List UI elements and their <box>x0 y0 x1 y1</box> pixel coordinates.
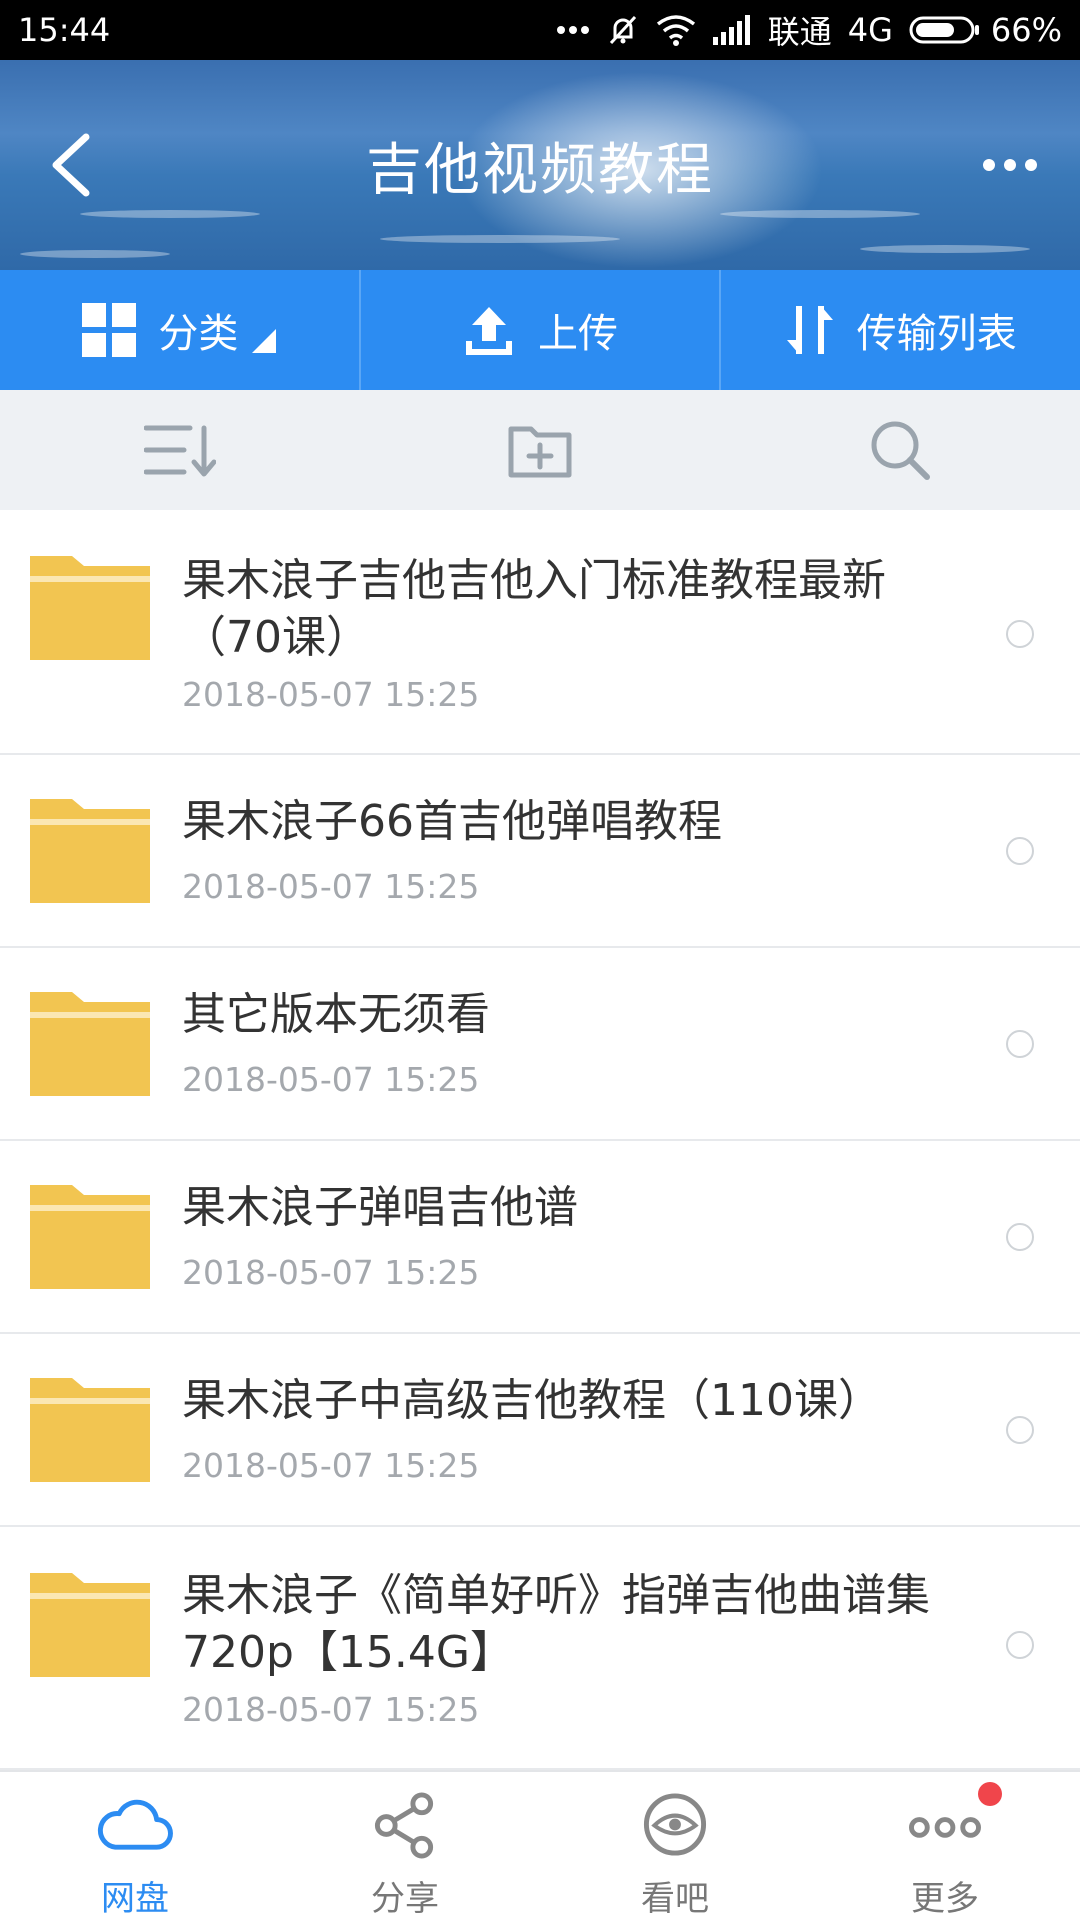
notification-dots-icon <box>556 26 589 34</box>
upload-button[interactable]: 上传 <box>358 270 720 390</box>
notification-badge <box>978 1782 1002 1806</box>
new-folder-button[interactable] <box>360 390 720 510</box>
status-time: 15:44 <box>18 11 111 49</box>
file-date: 2018-05-07 15:25 <box>182 1446 480 1485</box>
select-checkbox[interactable] <box>1006 1030 1034 1058</box>
nav-item-more[interactable]: 更多 <box>810 1772 1080 1920</box>
folder-icon <box>30 1378 150 1482</box>
bottom-nav: 网盘 分享 看吧 更多 <box>0 1770 1080 1920</box>
mute-icon <box>609 15 636 45</box>
nav-item-cloud-drive[interactable]: 网盘 <box>0 1772 270 1920</box>
file-name: 果木浪子《简单好听》指弹吉他曲谱集720p【15.4G】 <box>182 1570 930 1678</box>
battery-icon <box>909 16 979 44</box>
add-folder-icon <box>508 426 572 478</box>
category-button[interactable]: 分类 <box>0 270 359 390</box>
transfer-list-label: 传输列表 <box>856 311 1017 357</box>
eye-icon <box>643 1793 707 1856</box>
status-icons: 联通 4G 66% <box>556 7 1062 53</box>
transfer-list-button[interactable]: 传输列表 <box>719 270 1080 390</box>
carrier-name: 联通 <box>767 13 832 51</box>
header-wave <box>380 235 620 243</box>
header-wave <box>20 250 170 258</box>
ellipsis-icon <box>983 159 1037 171</box>
select-checkbox[interactable] <box>1006 837 1034 865</box>
file-row[interactable]: 果木浪子《简单好听》指弹吉他曲谱集720p【15.4G】 2018-05-07 … <box>0 1527 1080 1770</box>
nav-label: 网盘 <box>101 1879 169 1919</box>
upload-label: 上传 <box>538 311 618 357</box>
file-row[interactable]: 果木浪子66首吉他弹唱教程 2018-05-07 15:25 <box>0 755 1080 948</box>
file-date: 2018-05-07 15:25 <box>182 675 480 714</box>
nav-item-share[interactable]: 分享 <box>270 1772 540 1920</box>
file-name: 果木浪子66首吉他弹唱教程 <box>182 796 722 847</box>
folder-icon <box>30 556 150 660</box>
cloud-icon <box>97 1799 173 1850</box>
grid-icon <box>82 303 137 357</box>
file-list: 果木浪子吉他吉他入门标准教程最新（70课） 2018-05-07 15:25 果… <box>0 510 1080 1770</box>
file-row[interactable]: 果木浪子弹唱吉他谱 2018-05-07 15:25 <box>0 1141 1080 1334</box>
select-checkbox[interactable] <box>1006 620 1034 648</box>
upload-icon <box>466 307 512 355</box>
file-date: 2018-05-07 15:25 <box>182 1690 480 1729</box>
sort-button[interactable] <box>0 390 360 510</box>
category-label: 分类 <box>158 311 239 357</box>
file-row[interactable]: 其它版本无须看 2018-05-07 15:25 <box>0 948 1080 1141</box>
file-row[interactable]: 果木浪子中高级吉他教程（110课） 2018-05-07 15:25 <box>0 1334 1080 1527</box>
more-icon <box>909 1817 981 1838</box>
nav-label: 分享 <box>371 1879 439 1919</box>
header-wave <box>860 245 1030 253</box>
file-name: 其它版本无须看 <box>182 989 490 1040</box>
page-title: 吉他视频教程 <box>366 138 714 203</box>
header: 吉他视频教程 <box>0 60 1080 270</box>
file-row[interactable]: 果木浪子吉他吉他入门标准教程最新（70课） 2018-05-07 15:25 <box>0 510 1080 755</box>
battery-indicator: 66% <box>909 11 1062 49</box>
action-bar: 分类 上传 传输列表 <box>0 270 1080 390</box>
sort-icon <box>144 425 216 477</box>
select-checkbox[interactable] <box>1006 1416 1034 1444</box>
battery-level: 66% <box>990 11 1062 49</box>
file-toolbar <box>0 390 1080 510</box>
folder-icon <box>30 1185 150 1289</box>
file-date: 2018-05-07 15:25 <box>182 1253 480 1292</box>
nav-label: 看吧 <box>641 1879 709 1919</box>
nav-item-watch[interactable]: 看吧 <box>540 1772 810 1920</box>
signal-icon <box>712 15 750 45</box>
network-type: 4G <box>847 11 893 49</box>
wifi-icon <box>656 15 695 46</box>
folder-icon <box>30 1573 150 1677</box>
search-button[interactable] <box>720 390 1080 510</box>
file-date: 2018-05-07 15:25 <box>182 1060 480 1099</box>
select-checkbox[interactable] <box>1006 1223 1034 1251</box>
status-bar: 15:44 联通 4G 66% <box>0 0 1080 60</box>
folder-icon <box>30 799 150 903</box>
more-options-button[interactable] <box>960 130 1060 200</box>
nav-label: 更多 <box>911 1879 979 1919</box>
select-checkbox[interactable] <box>1006 1631 1034 1659</box>
file-date: 2018-05-07 15:25 <box>182 867 480 906</box>
file-name: 果木浪子中高级吉他教程（110课） <box>182 1375 882 1426</box>
search-icon <box>871 421 930 480</box>
folder-icon <box>30 992 150 1096</box>
transfer-arrows-icon <box>786 306 833 354</box>
file-name: 果木浪子弹唱吉他谱 <box>182 1182 578 1233</box>
share-icon <box>374 1792 434 1859</box>
file-name: 果木浪子吉他吉他入门标准教程最新（70课） <box>182 555 886 663</box>
dropdown-triangle-icon <box>252 329 277 353</box>
header-wave <box>720 210 920 218</box>
